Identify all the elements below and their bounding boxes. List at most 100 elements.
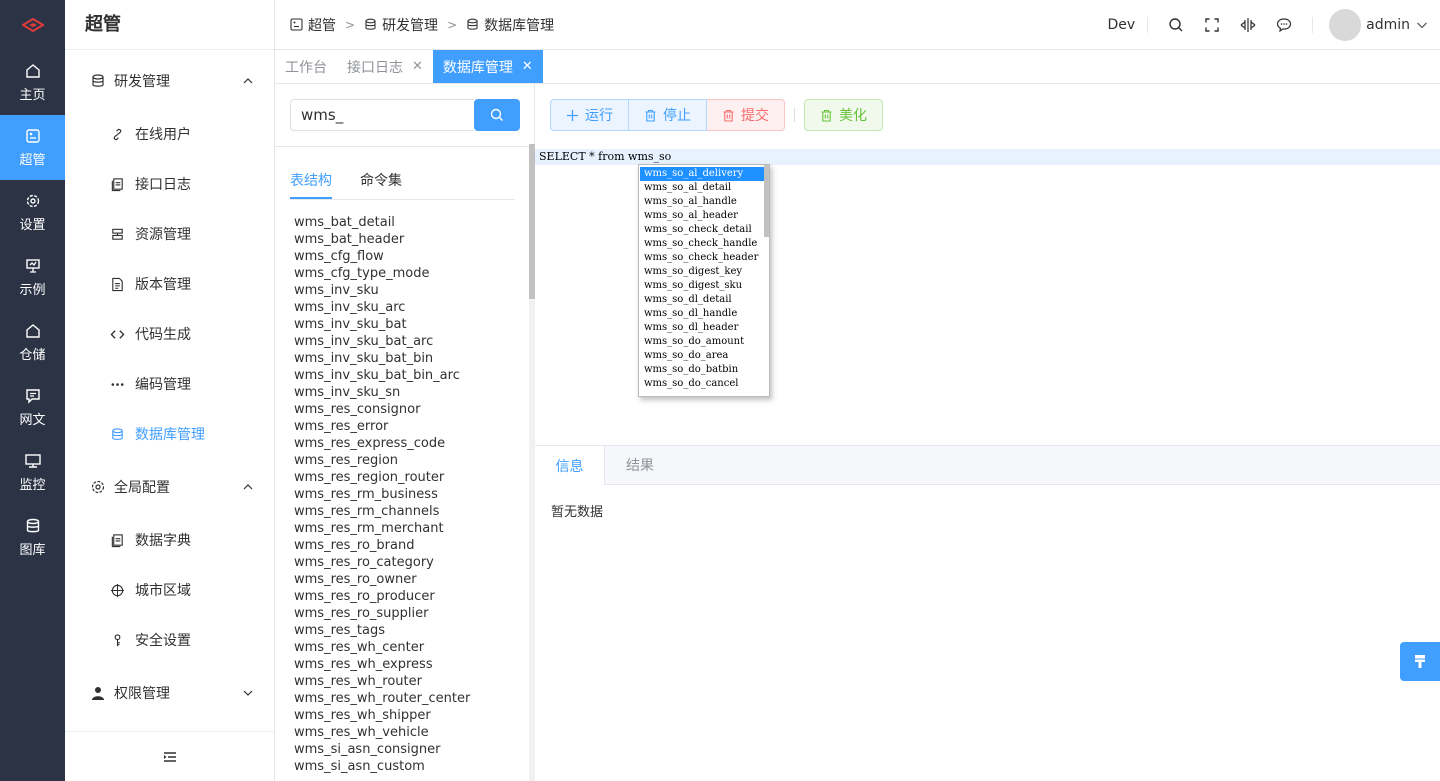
menu-item-api-logs[interactable]: 接口日志 (65, 159, 274, 209)
tab-workbench[interactable]: 工作台 (275, 50, 337, 83)
table-list-item[interactable]: wms_res_wh_router_center (294, 690, 524, 707)
menu-group-permissions[interactable]: 权限管理 (65, 665, 274, 721)
rail-item-settings[interactable]: 设置 (0, 180, 65, 245)
collapse-sidebar-button[interactable] (65, 731, 274, 781)
autocomplete-item[interactable]: wms_so_al_handle (640, 195, 764, 209)
rail-item-monitor[interactable]: 监控 (0, 440, 65, 505)
table-list-item[interactable]: wms_res_tags (294, 622, 524, 639)
menu-item-database[interactable]: 数据库管理 (65, 409, 274, 459)
table-list-item[interactable]: wms_inv_sku (294, 282, 524, 299)
autocomplete-item[interactable]: wms_so_do_area (640, 349, 764, 363)
table-list-item[interactable]: wms_inv_sku_bat (294, 316, 524, 333)
menu-item-resources[interactable]: 资源管理 (65, 209, 274, 259)
table-list-item[interactable]: wms_inv_sku_bat_bin (294, 350, 524, 367)
menu-item-online-users[interactable]: 在线用户 (65, 109, 274, 159)
table-list-item[interactable]: wms_inv_sku_arc (294, 299, 524, 316)
menu-item-security[interactable]: 安全设置 (65, 615, 274, 665)
autocomplete-item[interactable]: wms_so_al_delivery (640, 167, 764, 181)
table-list-item[interactable]: wms_res_wh_center (294, 639, 524, 656)
table-list-item[interactable]: wms_res_ro_producer (294, 588, 524, 605)
fullscreen-button[interactable] (1194, 17, 1230, 33)
table-list-item[interactable]: wms_inv_sku_sn (294, 384, 524, 401)
table-list-item[interactable]: wms_res_wh_shipper (294, 707, 524, 724)
autocomplete-item[interactable]: wms_so_al_detail (640, 181, 764, 195)
run-button[interactable]: 运行 (550, 99, 629, 131)
breadcrumb-item[interactable]: 研发管理 (382, 15, 438, 35)
menu-item-versions[interactable]: 版本管理 (65, 259, 274, 309)
username[interactable]: admin (1366, 17, 1410, 33)
table-list-item[interactable]: wms_res_rm_merchant (294, 520, 524, 537)
table-list-item[interactable]: wms_cfg_flow (294, 248, 524, 265)
table-list-item[interactable]: wms_res_region_router (294, 469, 524, 486)
autocomplete-item[interactable]: wms_so_check_detail (640, 223, 764, 237)
table-list-item[interactable]: wms_res_ro_owner (294, 571, 524, 588)
tab-table-structure[interactable]: 表结构 (290, 170, 332, 199)
env-label[interactable]: Dev (1095, 16, 1149, 33)
autocomplete-scrollbar[interactable] (764, 165, 769, 237)
table-list-item[interactable]: wms_si_asn_custom (294, 758, 524, 775)
logo[interactable] (0, 0, 65, 50)
submit-button[interactable]: 提交 (707, 99, 785, 131)
rail-item-articles[interactable]: 网文 (0, 375, 65, 440)
autocomplete-item[interactable]: wms_so_do_batbin (640, 363, 764, 377)
table-list-item[interactable]: wms_res_wh_vehicle (294, 724, 524, 741)
menu-item-regions[interactable]: 城市区域 (65, 565, 274, 615)
autocomplete-item[interactable]: wms_so_dl_header (640, 321, 764, 335)
beautify-button[interactable]: 美化 (804, 99, 883, 131)
table-list-item[interactable]: wms_res_ro_category (294, 554, 524, 571)
menu-item-encoding[interactable]: 编码管理 (65, 359, 274, 409)
tab-database[interactable]: 数据库管理 ✕ (432, 50, 543, 83)
table-list-item[interactable]: wms_si_asn_consigner (294, 741, 524, 758)
autocomplete-item[interactable]: wms_so_dl_detail (640, 293, 764, 307)
user-menu[interactable]: admin (1312, 8, 1440, 41)
autocomplete-dropdown[interactable]: wms_so_al_delivery wms_so_al_detail wms_so… (638, 164, 770, 397)
menu-item-codegen[interactable]: 代码生成 (65, 309, 274, 359)
table-list-item[interactable]: wms_bat_detail (294, 214, 524, 231)
table-list-item[interactable]: wms_cfg_type_mode (294, 265, 524, 282)
table-list-item[interactable]: wms_res_rm_business (294, 486, 524, 503)
autocomplete-item[interactable]: wms_so_al_header (640, 209, 764, 223)
menu-group-dev[interactable]: 研发管理 (65, 53, 274, 109)
table-list-item[interactable]: wms_res_ro_brand (294, 537, 524, 554)
table-list-item[interactable]: wms_res_consignor (294, 401, 524, 418)
rail-item-admin[interactable]: 超管 (0, 115, 65, 180)
menu-group-global[interactable]: 全局配置 (65, 459, 274, 515)
sql-text[interactable]: SELECT * from wms_so (539, 150, 671, 163)
tab-info[interactable]: 信息 (535, 446, 605, 485)
close-icon[interactable]: ✕ (522, 59, 533, 74)
autocomplete-item[interactable]: wms_so_digest_key (640, 265, 764, 279)
autocomplete-item[interactable]: wms_so_dl_handle (640, 307, 764, 321)
layout-toggle-button[interactable] (1230, 17, 1266, 33)
avatar[interactable] (1329, 8, 1362, 41)
table-list-item[interactable]: wms_res_wh_express (294, 656, 524, 673)
rail-item-examples[interactable]: 示例 (0, 245, 65, 310)
table-list-item[interactable]: wms_res_rm_channels (294, 503, 524, 520)
autocomplete-item[interactable]: wms_so_digest_sku (640, 279, 764, 293)
breadcrumb-item[interactable]: 超管 (308, 15, 336, 35)
stop-button[interactable]: 停止 (629, 99, 707, 131)
tab-results[interactable]: 结果 (605, 446, 675, 484)
table-list-item[interactable]: wms_inv_sku_bat_bin_arc (294, 367, 524, 384)
table-list-item[interactable]: wms_inv_sku_bat_arc (294, 333, 524, 350)
rail-item-home[interactable]: 主页 (0, 50, 65, 115)
table-list-item[interactable]: wms_res_express_code (294, 435, 524, 452)
table-list-item[interactable]: wms_res_wh_router (294, 673, 524, 690)
table-list-item[interactable]: wms_bat_header (294, 231, 524, 248)
table-list-item[interactable]: wms_res_region (294, 452, 524, 469)
table-list-item[interactable]: wms_res_error (294, 418, 524, 435)
autocomplete-item[interactable]: wms_so_check_header (640, 251, 764, 265)
menu-item-dictionary[interactable]: 数据字典 (65, 515, 274, 565)
close-icon[interactable]: ✕ (412, 59, 423, 74)
table-list-item[interactable]: wms_res_ro_supplier (294, 605, 524, 622)
rail-item-warehouse[interactable]: 仓储 (0, 310, 65, 375)
tab-command-set[interactable]: 命令集 (360, 170, 402, 199)
theme-settings-button[interactable] (1400, 642, 1440, 681)
autocomplete-item[interactable]: wms_so_do_cancel (640, 377, 764, 391)
messages-button[interactable] (1266, 17, 1302, 33)
search-button[interactable] (474, 99, 520, 131)
rail-item-gallery[interactable]: 图库 (0, 505, 65, 570)
autocomplete-item[interactable]: wms_so_check_handle (640, 237, 764, 251)
tab-api-logs[interactable]: 接口日志 ✕ (337, 50, 433, 83)
table-search-input[interactable] (290, 99, 474, 131)
autocomplete-item[interactable]: wms_so_do_amount (640, 335, 764, 349)
